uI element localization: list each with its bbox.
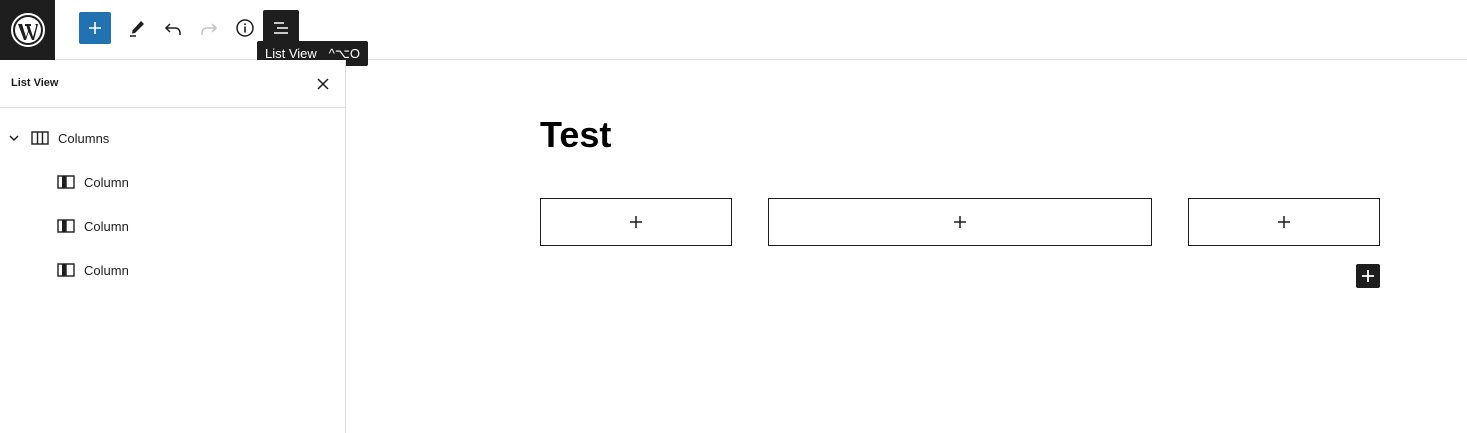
list-view-sidebar: List View Columns Column Column Column (0, 60, 346, 433)
redo-button[interactable] (193, 12, 225, 44)
column-icon (54, 170, 78, 194)
info-icon (236, 19, 254, 37)
list-item-label: Column (84, 218, 129, 234)
plus-icon (1362, 270, 1374, 282)
list-item-label: Columns (58, 130, 110, 146)
list-item-columns[interactable]: Columns (0, 120, 109, 156)
tooltip-label: List View (265, 46, 317, 61)
close-icon (317, 78, 329, 90)
undo-icon (164, 23, 181, 35)
editor-header (0, 0, 1467, 60)
block-appender-button[interactable] (1356, 264, 1380, 288)
list-item-column[interactable]: Column (54, 208, 129, 244)
column-block[interactable] (540, 198, 732, 246)
column-icon (54, 214, 78, 238)
column-block[interactable] (1188, 198, 1380, 246)
chevron-down-icon[interactable] (0, 132, 28, 144)
plus-icon (89, 22, 101, 34)
list-view-header: List View (0, 60, 345, 108)
redo-icon (201, 23, 218, 35)
plus-icon[interactable] (1277, 215, 1291, 229)
pencil-icon (130, 21, 144, 37)
plus-icon[interactable] (629, 215, 643, 229)
list-item-label: Column (84, 174, 129, 190)
list-view-title: List View (11, 77, 59, 89)
tools-button[interactable] (121, 12, 153, 44)
add-block-button[interactable] (79, 12, 111, 44)
plus-icon[interactable] (953, 215, 967, 229)
list-item-column[interactable]: Column (54, 164, 129, 200)
list-item-column[interactable]: Column (54, 252, 129, 288)
list-item-label: Column (84, 262, 129, 278)
close-list-view-button[interactable] (311, 72, 335, 96)
list-view-icon (274, 22, 288, 34)
details-button[interactable] (229, 12, 261, 44)
column-icon (54, 258, 78, 282)
post-title[interactable]: Test (540, 114, 611, 156)
undo-button[interactable] (157, 12, 189, 44)
column-block[interactable] (768, 198, 1152, 246)
editor-canvas: Test (346, 60, 1467, 433)
columns-icon (28, 126, 52, 150)
wordpress-logo-icon[interactable] (0, 0, 55, 60)
